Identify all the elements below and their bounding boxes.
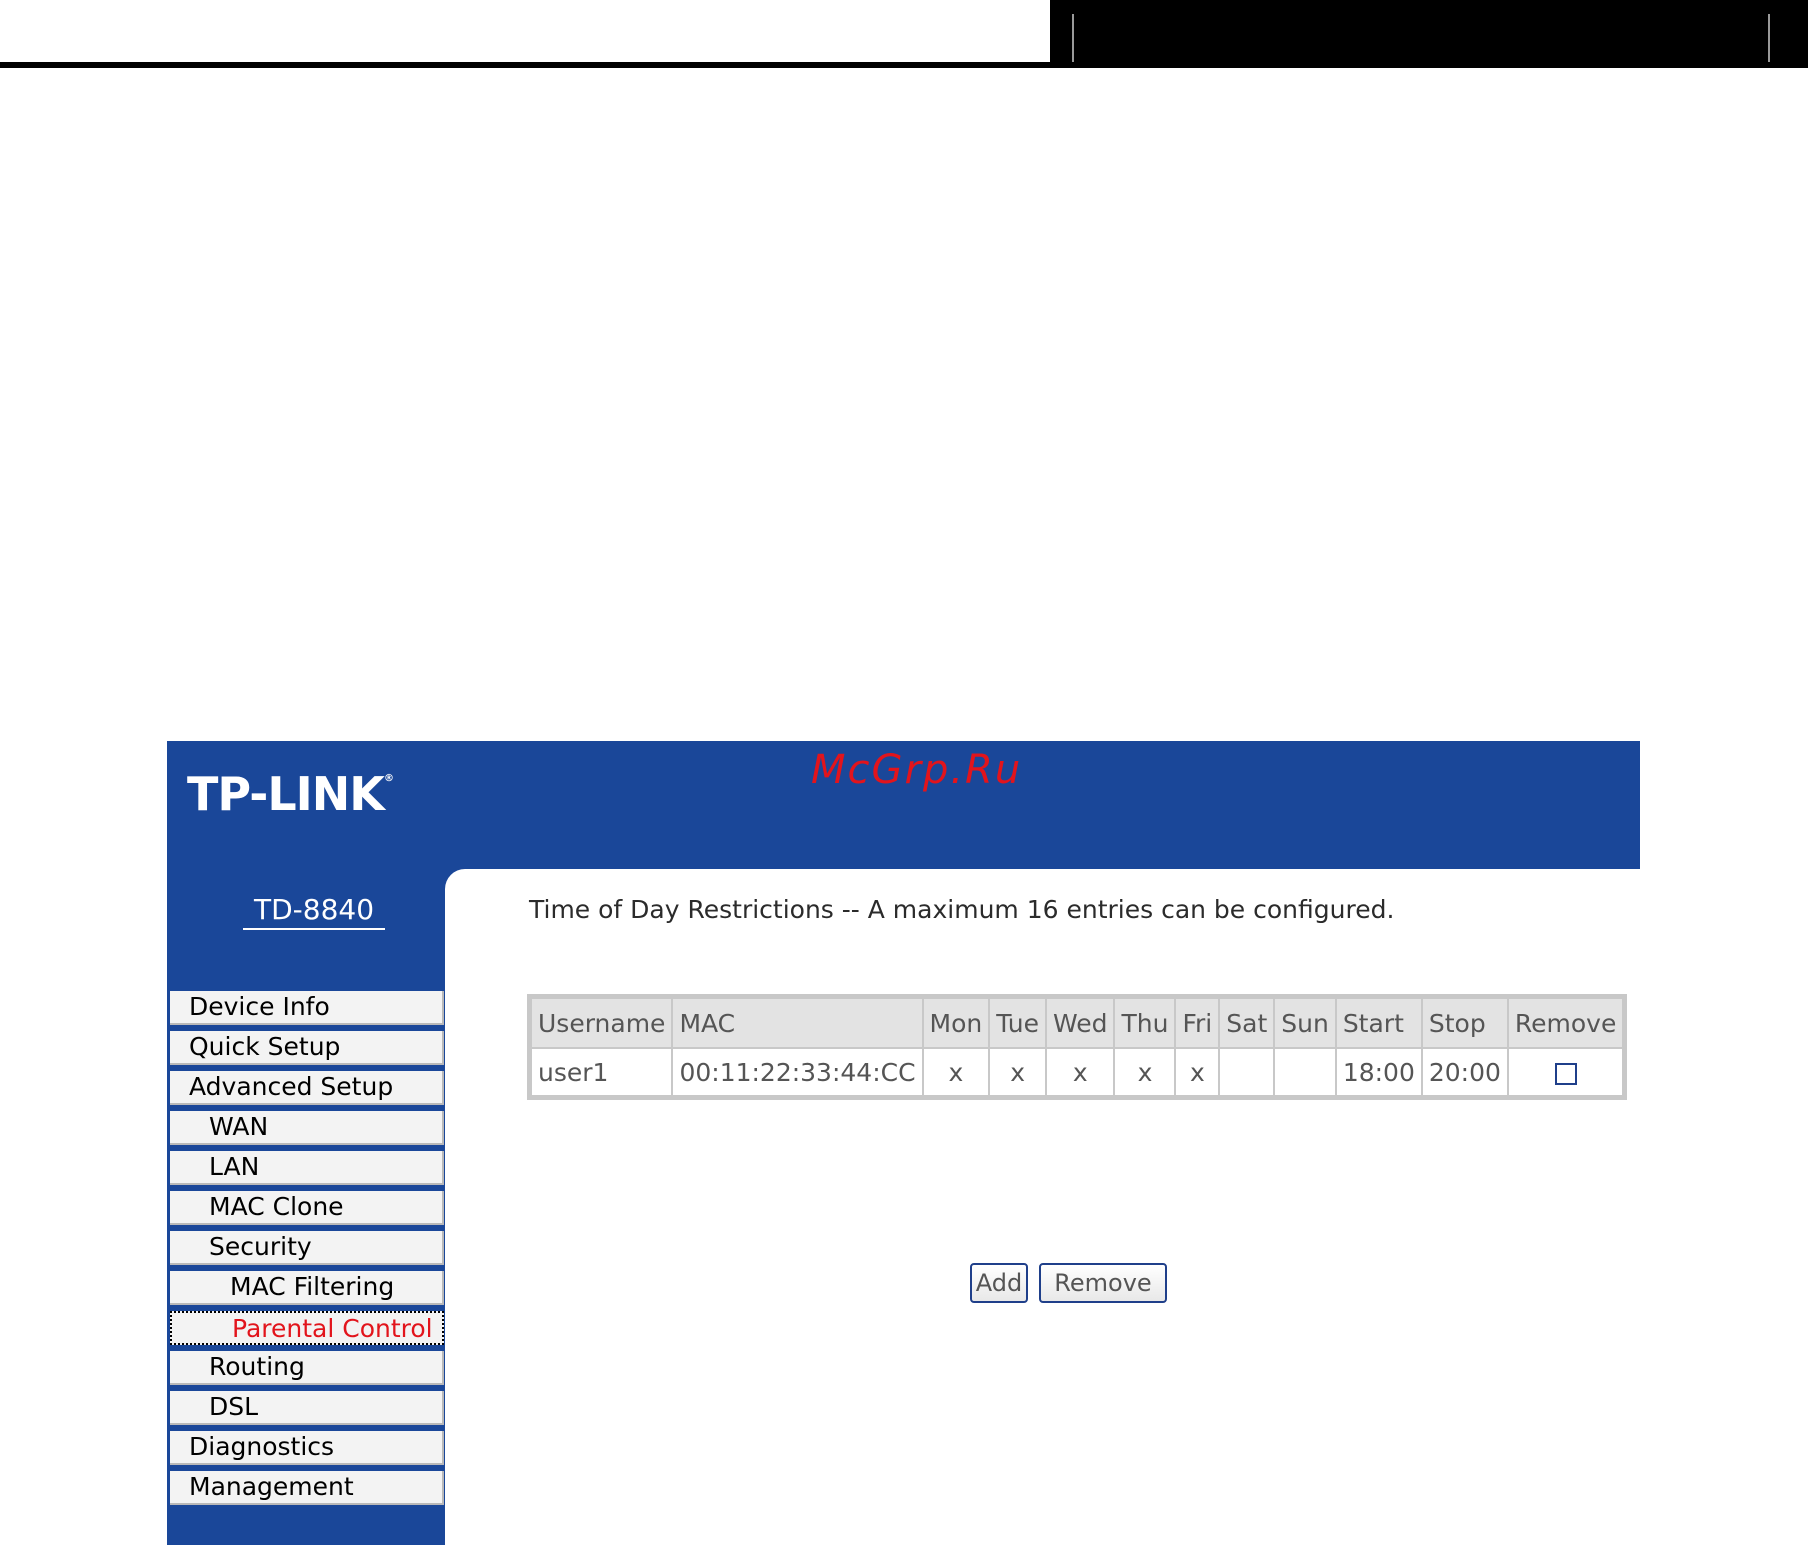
col-remove: Remove	[1506, 997, 1625, 1049]
router-admin-screenshot: TP-LINK® McGrp.Ru TD-8840 Device Info Qui…	[167, 741, 1640, 1545]
cell-fri: x	[1174, 1047, 1221, 1097]
top-banner: TP-LINK® McGrp.Ru	[167, 741, 1640, 869]
col-fri: Fri	[1174, 997, 1221, 1049]
col-mac: MAC	[671, 997, 924, 1049]
table-header-row: Username MAC Mon Tue Wed Thu Fri Sat Sun…	[529, 997, 1625, 1049]
cell-sat	[1218, 1047, 1276, 1097]
cell-username: user1	[529, 1047, 674, 1097]
col-username: Username	[529, 997, 674, 1049]
watermark: McGrp.Ru	[811, 747, 1023, 793]
sidebar-item-diagnostics[interactable]: Diagnostics	[170, 1431, 444, 1465]
sidebar-item-dsl[interactable]: DSL	[170, 1391, 444, 1425]
page-title: Time of Day Restrictions -- A maximum 16…	[529, 895, 1395, 924]
col-mon: Mon	[921, 997, 991, 1049]
col-wed: Wed	[1044, 997, 1116, 1049]
cell-tue: x	[988, 1047, 1047, 1097]
remove-button[interactable]: Remove	[1039, 1263, 1167, 1303]
col-sat: Sat	[1218, 997, 1276, 1049]
remove-checkbox[interactable]	[1554, 1062, 1577, 1085]
cell-stop: 20:00	[1420, 1047, 1509, 1097]
restrictions-table: Username MAC Mon Tue Wed Thu Fri Sat Sun…	[526, 994, 1628, 1100]
sidebar-menu: Device Info Quick Setup Advanced Setup WAN L…	[170, 991, 444, 1511]
table-row: user1 00:11:22:33:44:CC x x x x x 18:00 …	[529, 1047, 1625, 1097]
main-content: Time of Day Restrictions -- A maximum 16…	[445, 869, 1640, 1545]
sidebar-item-quick-setup[interactable]: Quick Setup	[170, 1031, 444, 1065]
sidebar-item-wan[interactable]: WAN	[170, 1111, 444, 1145]
sidebar-item-lan[interactable]: LAN	[170, 1151, 444, 1185]
cell-remove	[1506, 1047, 1625, 1097]
model-name: TD-8840	[243, 893, 385, 930]
col-start: Start	[1334, 997, 1423, 1049]
sidebar-item-parental-control[interactable]: Parental Control	[170, 1311, 444, 1345]
cell-wed: x	[1044, 1047, 1116, 1097]
sidebar: TD-8840 Device Info Quick Setup Advanced S…	[167, 869, 445, 1545]
sidebar-item-mac-filtering[interactable]: MAC Filtering	[170, 1271, 444, 1305]
sidebar-item-mac-clone[interactable]: MAC Clone	[170, 1191, 444, 1225]
cell-mon: x	[921, 1047, 991, 1097]
sidebar-item-security[interactable]: Security	[170, 1231, 444, 1265]
cell-sun	[1273, 1047, 1337, 1097]
sidebar-item-device-info[interactable]: Device Info	[170, 991, 444, 1025]
cell-start: 18:00	[1334, 1047, 1423, 1097]
add-button[interactable]: Add	[970, 1263, 1028, 1303]
col-tue: Tue	[988, 997, 1047, 1049]
sidebar-item-management[interactable]: Management	[170, 1471, 444, 1505]
sidebar-item-advanced-setup[interactable]: Advanced Setup	[170, 1071, 444, 1105]
col-sun: Sun	[1273, 997, 1337, 1049]
page-header-box	[1050, 0, 1808, 66]
cell-mac: 00:11:22:33:44:CC	[671, 1047, 924, 1097]
tp-link-logo: TP-LINK®	[187, 767, 394, 821]
col-thu: Thu	[1113, 997, 1177, 1049]
col-stop: Stop	[1420, 997, 1509, 1049]
cell-thu: x	[1113, 1047, 1177, 1097]
sidebar-item-routing[interactable]: Routing	[170, 1351, 444, 1385]
